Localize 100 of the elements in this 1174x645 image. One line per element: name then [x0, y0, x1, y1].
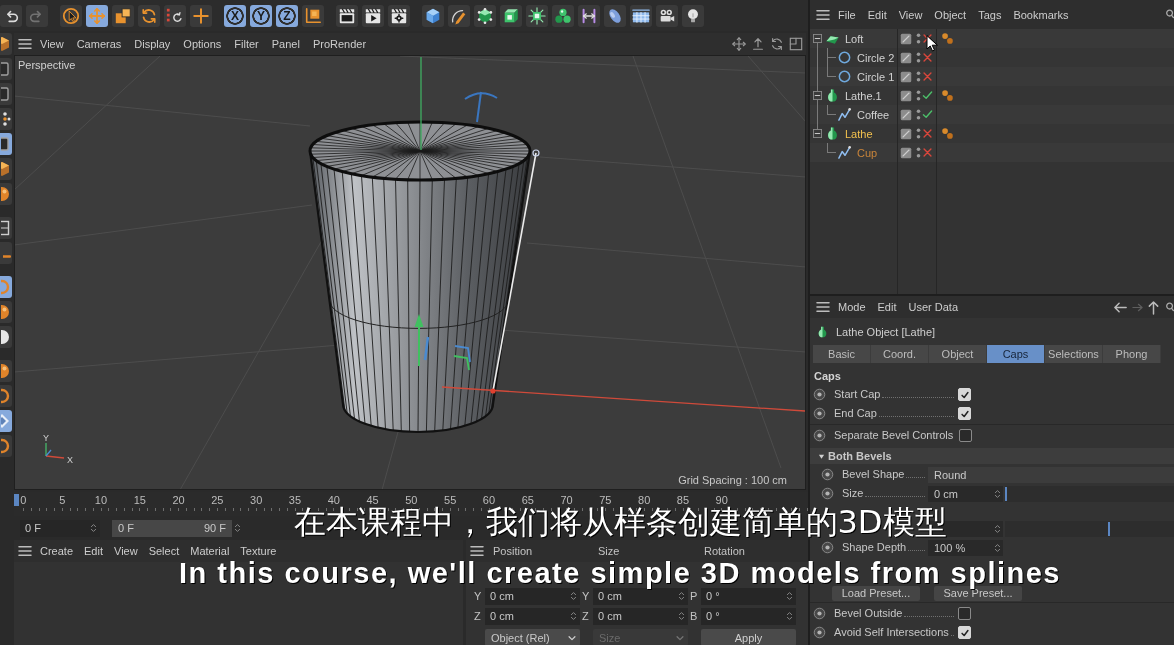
frame-icon[interactable]: [789, 37, 803, 51]
cloner-button[interactable]: [526, 4, 548, 27]
object-name[interactable]: Coffee: [857, 108, 890, 121]
menu-item[interactable]: Edit: [84, 545, 103, 557]
menu-item[interactable]: Material: [190, 545, 230, 557]
frame-range-slider[interactable]: 0 F 90 F: [112, 519, 232, 537]
menu-item[interactable]: View: [114, 545, 138, 557]
check-icon[interactable]: [922, 109, 933, 120]
number-field[interactable]: 0 cm: [928, 485, 1003, 502]
cube-button[interactable]: [422, 4, 444, 27]
spline-line[interactable]: [490, 149, 540, 394]
menu-item[interactable]: Tags: [978, 8, 1002, 21]
axis-lock-button[interactable]: X: [224, 4, 246, 27]
object-name[interactable]: Circle 1: [857, 70, 895, 83]
group-header[interactable]: Both Bevels: [810, 448, 1174, 464]
cross-icon[interactable]: [922, 33, 933, 44]
side-tool-button[interactable]: [0, 301, 12, 323]
check-icon[interactable]: [922, 90, 933, 101]
move-icon[interactable]: [732, 37, 746, 51]
side-tool-button[interactable]: [0, 217, 12, 239]
collapse-icon[interactable]: [813, 34, 822, 43]
number-field[interactable]: 0 cm: [593, 607, 688, 625]
side-tool-button[interactable]: [0, 83, 12, 105]
move-tool-button[interactable]: [86, 4, 108, 27]
slider-thumb[interactable]: [1108, 521, 1111, 536]
light-button[interactable]: [682, 4, 704, 27]
menu-item[interactable]: Bookmarks: [1013, 8, 1069, 21]
side-tool-button[interactable]: [0, 108, 12, 130]
tab[interactable]: Selections: [1045, 345, 1103, 363]
arrow-up-icon[interactable]: [1147, 299, 1160, 315]
ring-dot-icon[interactable]: [821, 541, 834, 554]
undo-button[interactable]: [0, 4, 22, 27]
cup-model[interactable]: [308, 120, 532, 434]
menu-item[interactable]: Texture: [240, 545, 277, 557]
side-tool-button[interactable]: [0, 158, 12, 180]
tab[interactable]: Basic: [813, 345, 871, 363]
collapse-icon[interactable]: [813, 91, 822, 100]
menu-icon[interactable]: [816, 8, 830, 21]
side-tool-button[interactable]: [0, 33, 12, 55]
number-field[interactable]: 0 cm: [485, 607, 580, 625]
render-view-button[interactable]: [336, 4, 358, 27]
side-tool-button[interactable]: [0, 183, 12, 205]
rotate-tool-button[interactable]: [138, 4, 160, 27]
coordinate-system-button[interactable]: [302, 4, 324, 27]
number-field[interactable]: 0 °: [701, 587, 796, 605]
search-icon[interactable]: [1166, 9, 1174, 20]
mograph-button[interactable]: [552, 4, 574, 27]
side-tool-button[interactable]: [0, 360, 12, 382]
ring-dot-icon[interactable]: [813, 626, 826, 639]
deformer-button[interactable]: [578, 4, 600, 27]
camera-button[interactable]: [656, 4, 678, 27]
environment-button[interactable]: [630, 4, 652, 27]
extrude-button[interactable]: [500, 4, 522, 27]
sphere-pair-icon[interactable]: [941, 127, 954, 140]
object-name[interactable]: Circle 2: [857, 51, 895, 64]
scale-tool-button[interactable]: [112, 4, 134, 27]
spline-pen-button[interactable]: [448, 4, 470, 27]
number-field[interactable]: 100 %: [928, 539, 1003, 556]
tab[interactable]: Object: [929, 345, 987, 363]
menu-item[interactable]: Edit: [867, 8, 887, 21]
menu-item[interactable]: File: [838, 8, 856, 21]
slider-track[interactable]: [1005, 520, 1174, 537]
menu-icon[interactable]: [18, 38, 32, 50]
side-tool-button[interactable]: [0, 385, 12, 407]
sphere-pair-icon[interactable]: [941, 32, 954, 45]
menu-item[interactable]: Display: [134, 38, 171, 50]
menu-item[interactable]: Mode: [838, 301, 866, 313]
menu-item[interactable]: Options: [183, 38, 222, 50]
field-button[interactable]: [604, 4, 626, 27]
ring-dot-icon[interactable]: [813, 407, 826, 420]
menu-item[interactable]: View: [40, 38, 64, 50]
circular-arrows-icon[interactable]: [770, 37, 784, 51]
current-frame-field[interactable]: 0 F: [20, 519, 100, 537]
menu-item[interactable]: User Data: [908, 301, 959, 313]
tab[interactable]: Caps: [987, 345, 1045, 363]
tab[interactable]: Phong: [1103, 345, 1161, 363]
menu-icon[interactable]: [470, 545, 484, 557]
preset-button[interactable]: Load Preset...: [832, 586, 920, 601]
menu-item[interactable]: Select: [148, 545, 180, 557]
checkbox[interactable]: [958, 607, 971, 620]
selection-tool-button[interactable]: [60, 4, 82, 27]
object-name[interactable]: Loft: [845, 32, 864, 45]
menu-item[interactable]: Edit: [877, 301, 897, 313]
subdivision-button[interactable]: [474, 4, 496, 27]
collapse-icon[interactable]: [813, 129, 822, 138]
side-tool-button[interactable]: [0, 133, 12, 155]
side-tool-button[interactable]: [0, 58, 12, 80]
menu-item[interactable]: Filter: [234, 38, 259, 50]
number-field[interactable]: 0 °: [701, 607, 796, 625]
recent-tools-button[interactable]: [164, 4, 186, 27]
menu-item[interactable]: Panel: [271, 38, 300, 50]
menu-item[interactable]: Cameras: [76, 38, 122, 50]
number-field[interactable]: 0 cm: [485, 587, 580, 605]
side-tool-button[interactable]: [0, 326, 12, 348]
menu-icon[interactable]: [18, 545, 32, 557]
menu-item[interactable]: ProRender: [312, 38, 367, 50]
ring-dot-icon[interactable]: [813, 429, 826, 442]
apply-button[interactable]: Apply: [701, 629, 796, 645]
side-tool-button[interactable]: [0, 242, 12, 264]
search-icon[interactable]: [1166, 301, 1174, 313]
